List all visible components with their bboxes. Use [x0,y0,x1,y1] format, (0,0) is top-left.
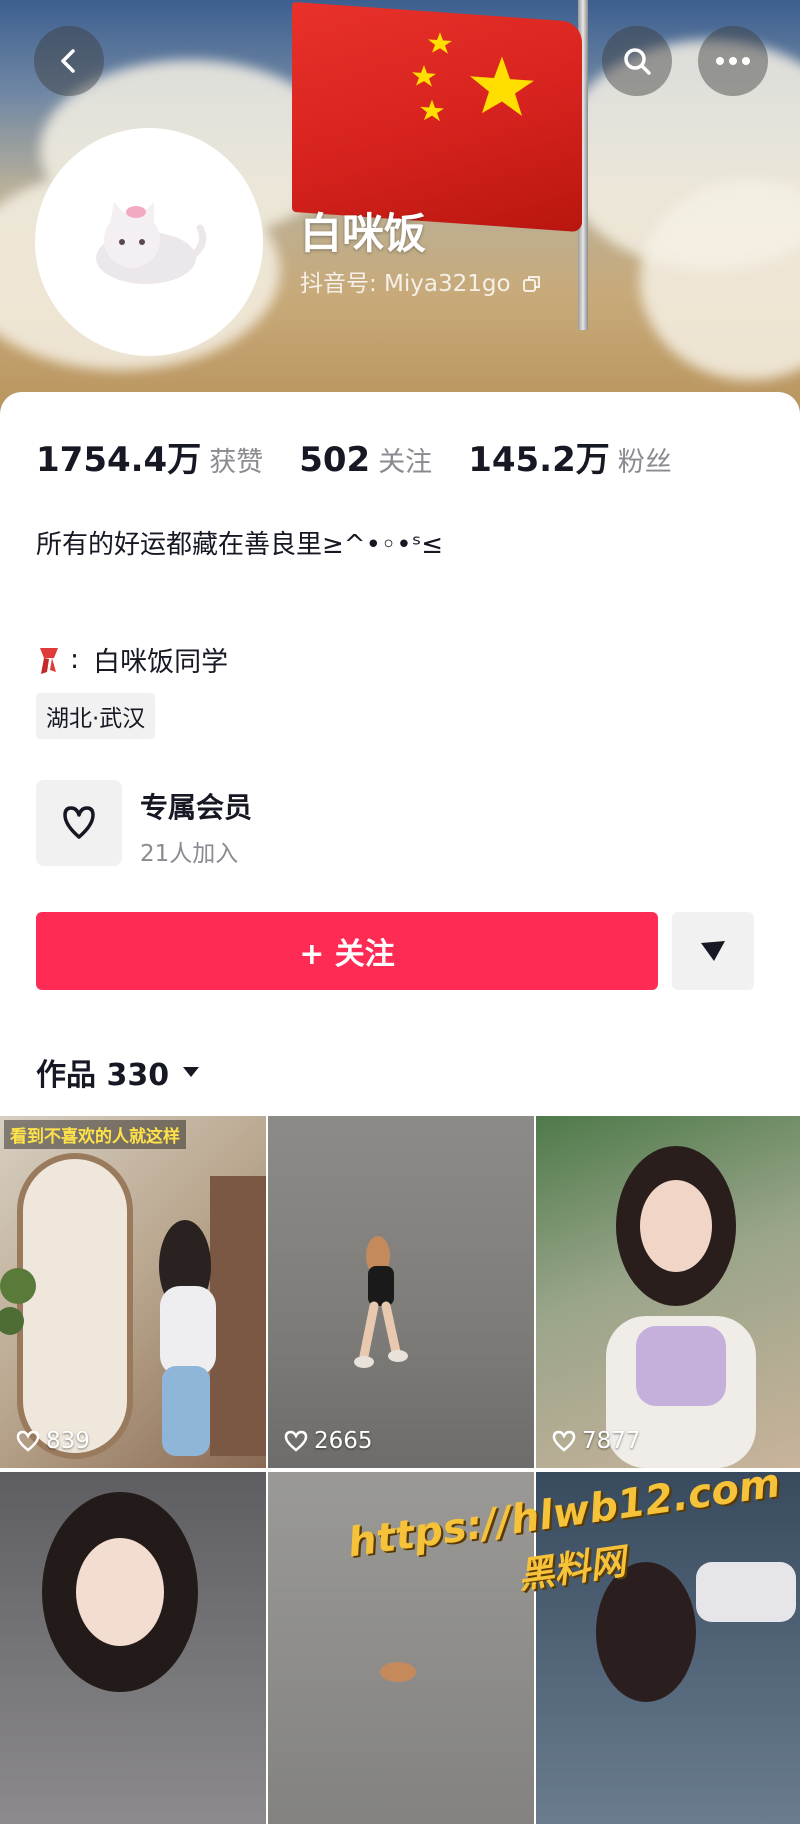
video-likes-count: 7877 [582,1428,641,1454]
tagline-row: : 白咪饭同学 [36,640,228,679]
flag-image [292,1,582,233]
video-likes: 839 [16,1428,90,1454]
video-likes-count: 839 [46,1428,90,1454]
follow-button[interactable]: + 关注 [36,912,658,990]
following-count: 502 [299,440,371,480]
more-dots-icon [716,57,750,65]
search-button[interactable] [602,26,672,96]
more-button[interactable] [698,26,768,96]
avatar[interactable] [35,128,263,356]
share-button[interactable] [672,912,754,990]
video-thumbnail[interactable]: 7877 [536,1116,800,1468]
triangle-down-icon [701,941,725,961]
account-id: 抖音号: Miya321go [300,264,542,298]
following-label: 关注 [378,447,433,478]
chevron-left-icon [61,49,75,73]
caret-down-icon [183,1067,200,1077]
profile-bio: 所有的好运都藏在善良里≥^•◦•ˢ≤ [36,530,444,560]
video-thumbnail[interactable]: 2665 [268,1116,534,1468]
video-likes-count: 2665 [314,1428,373,1454]
video-likes: 2665 [284,1428,373,1454]
video-caption: 看到不喜欢的人就这样 [4,1120,186,1149]
scarf-icon [40,647,58,674]
works-tab[interactable]: 作品 330 [36,1050,201,1094]
copy-icon[interactable] [522,274,542,294]
account-id-text: 抖音号: Miya321go [300,271,511,297]
profile-banner: 白咪饭 抖音号: Miya321go [0,0,800,420]
following-stat[interactable]: 502 关注 [299,440,432,480]
video-thumbnail[interactable]: 看到不喜欢的人就这样 839 [0,1116,266,1468]
heart-icon [16,1430,40,1452]
works-label: 作品 330 [36,1058,170,1093]
likes-stat[interactable]: 1754.4万 获赞 [36,432,263,481]
followers-label: 粉丝 [617,447,672,478]
membership-title[interactable]: 专属会员 [140,786,252,826]
stats-row: 1754.4万 获赞 502 关注 145.2万 粉丝 [36,432,672,481]
video-likes: 7877 [552,1428,641,1454]
membership-icon-box[interactable] [36,780,122,866]
profile-nickname: 白咪饭 [300,209,427,258]
followers-stat[interactable]: 145.2万 粉丝 [468,432,672,481]
heart-icon [284,1430,308,1452]
location-tag[interactable]: 湖北·武汉 [36,693,156,739]
followers-count: 145.2万 [468,440,610,480]
kitten-avatar-image [96,202,207,284]
heart-icon [552,1430,576,1452]
membership-subtitle: 21人加入 [140,841,239,867]
likes-label: 获赞 [209,447,264,478]
tagline-text: 白咪饭同学 [93,647,229,678]
video-thumbnail[interactable] [0,1472,266,1824]
likes-count: 1754.4万 [36,440,202,480]
search-icon [624,48,651,75]
heart-v-icon [63,806,95,839]
back-button[interactable] [34,26,104,96]
